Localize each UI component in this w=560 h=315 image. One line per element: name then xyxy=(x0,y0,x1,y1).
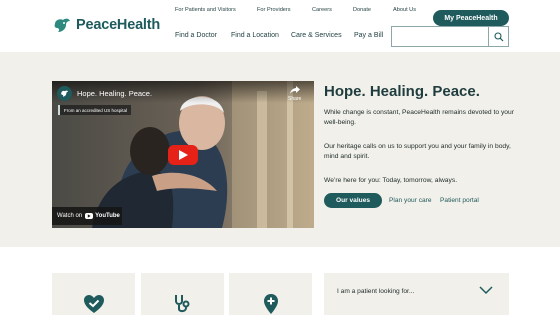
youtube-logo: YouTube xyxy=(85,213,120,219)
watch-on-label: Watch on xyxy=(57,213,83,219)
our-values-button[interactable]: Our values xyxy=(324,193,382,208)
brand-name: PeaceHealth xyxy=(76,17,161,33)
location-pin-plus-icon xyxy=(263,294,278,314)
util-link-donate[interactable]: Donate xyxy=(353,7,371,13)
chevron-down-icon xyxy=(479,286,493,295)
plan-care-link[interactable]: Plan your care xyxy=(389,197,432,204)
share-button[interactable]: Share xyxy=(288,86,301,102)
search-input[interactable] xyxy=(391,26,509,47)
heart-check-icon xyxy=(83,295,104,313)
nav-find-doctor[interactable]: Find a Doctor xyxy=(175,32,217,39)
accreditation-badge[interactable]: From an accredited US hospital xyxy=(58,105,132,115)
search-button[interactable] xyxy=(488,27,508,46)
hero-paragraph-3: We’re here for you: Today, tomorrow, alw… xyxy=(324,177,458,184)
nav-find-location[interactable]: Find a Location xyxy=(231,32,279,39)
site-header: PeaceHealth For Patients and Visitors Fo… xyxy=(0,0,560,52)
watch-on-youtube[interactable]: Watch on YouTube xyxy=(52,207,122,225)
hero-heading: Hope. Healing. Peace. xyxy=(324,83,480,100)
youtube-play-icon xyxy=(85,213,94,219)
play-button[interactable] xyxy=(168,145,198,165)
util-link-about[interactable]: About Us xyxy=(393,7,416,13)
share-label: Share xyxy=(288,96,302,102)
patient-looking-for-label: I am a patient looking for... xyxy=(337,288,415,295)
dove-logo-icon xyxy=(61,90,69,97)
nav-care-services[interactable]: Care & Services xyxy=(291,32,342,39)
video-title[interactable]: Hope. Healing. Peace. xyxy=(77,89,152,98)
util-link-patients[interactable]: For Patients and Visitors xyxy=(175,7,236,13)
search-icon xyxy=(493,31,503,41)
patient-looking-for-dropdown[interactable]: I am a patient looking for... xyxy=(324,273,509,315)
util-link-providers[interactable]: For Providers xyxy=(257,7,291,13)
my-peacehealth-button[interactable]: My PeaceHealth xyxy=(433,10,509,26)
nav-pay-bill[interactable]: Pay a Bill xyxy=(354,32,383,39)
utility-nav: For Patients and Visitors For Providers … xyxy=(0,7,560,26)
patient-portal-link[interactable]: Patient portal xyxy=(440,197,479,204)
quick-card-stethoscope[interactable] xyxy=(141,273,224,315)
util-link-careers[interactable]: Careers xyxy=(312,7,332,13)
play-icon xyxy=(178,150,188,160)
channel-avatar[interactable] xyxy=(57,86,72,101)
hero-paragraph-2: Our heritage calls on us to support you … xyxy=(324,143,511,160)
stethoscope-icon xyxy=(174,295,189,313)
quick-card-location[interactable] xyxy=(229,273,312,315)
youtube-wordmark: YouTube xyxy=(95,213,120,219)
share-icon xyxy=(289,86,300,94)
hero-paragraph-1: While change is constant, PeaceHealth re… xyxy=(324,109,514,126)
quick-card-heart[interactable] xyxy=(52,273,135,315)
